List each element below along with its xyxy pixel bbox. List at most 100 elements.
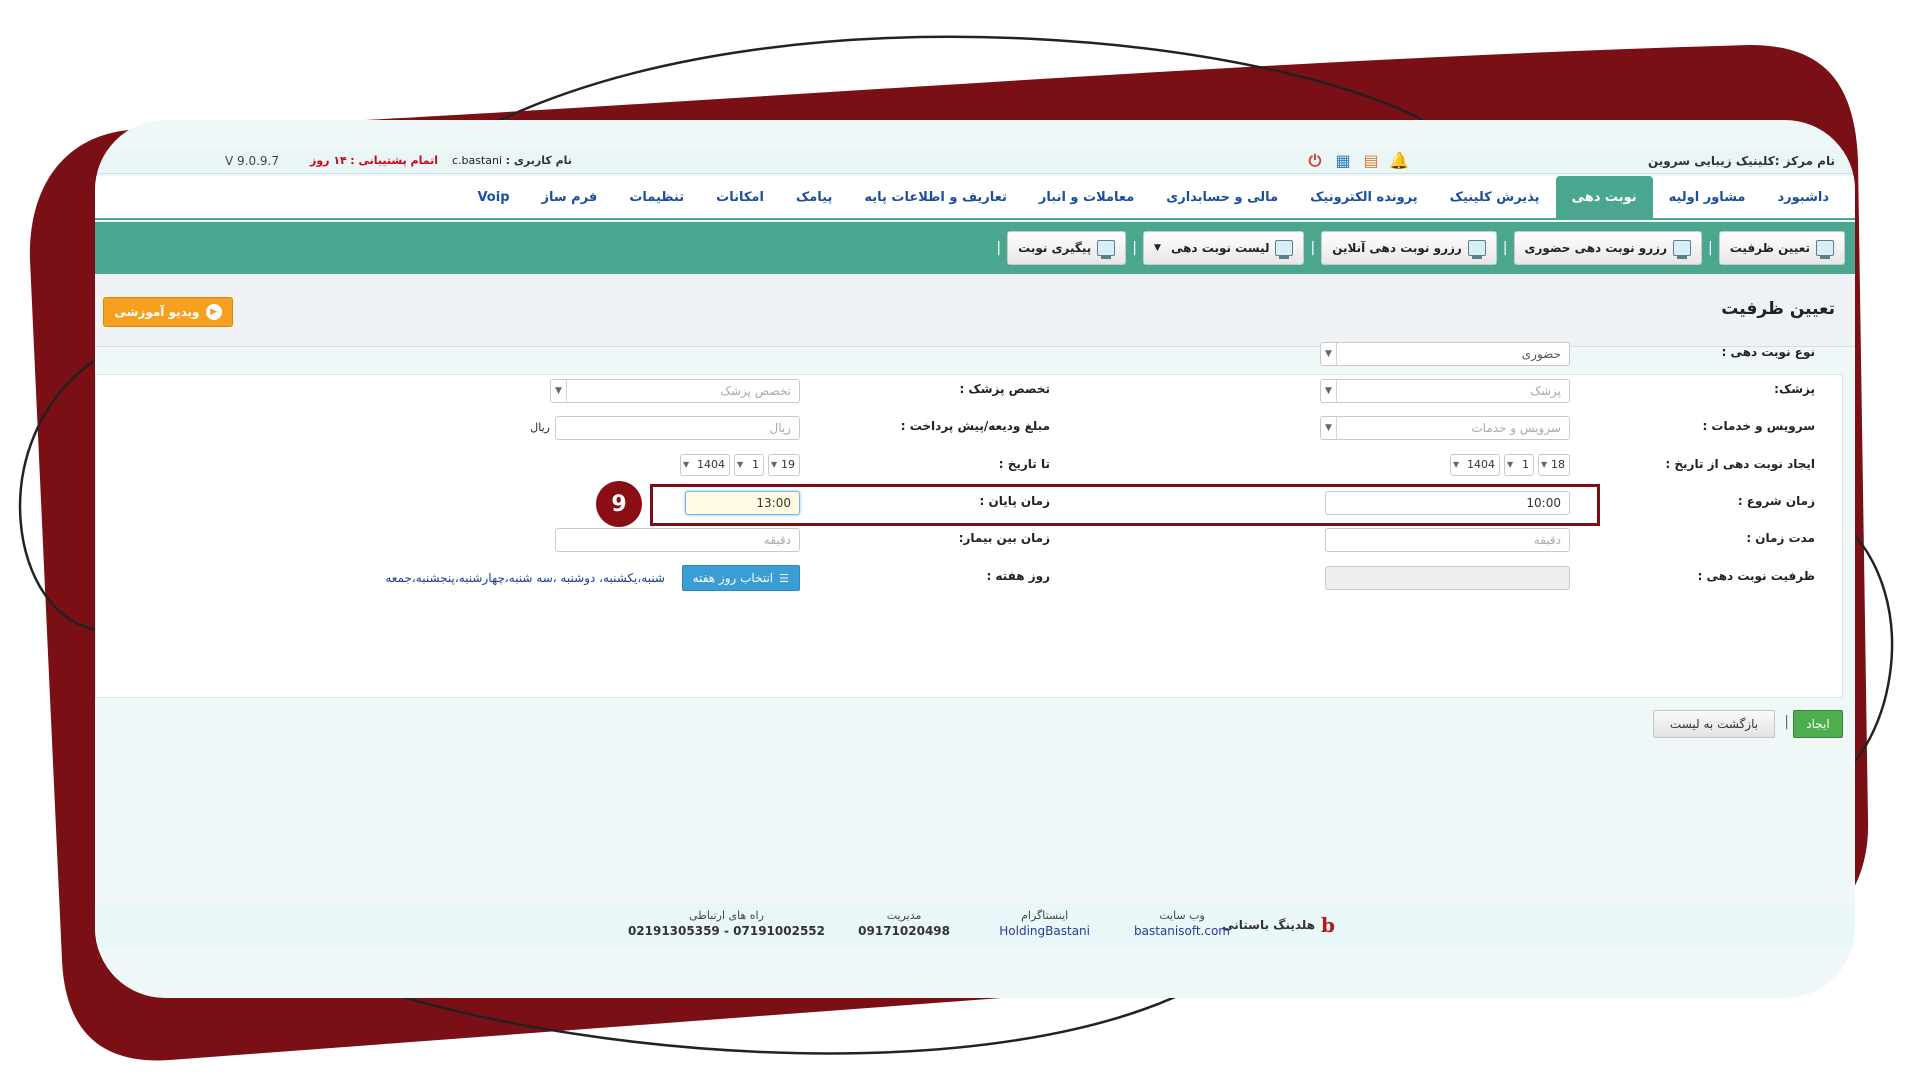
to-day-select[interactable]: 19 ▼ (768, 454, 800, 476)
search-doc-icon (1097, 240, 1116, 259)
management-phone: 09171020498 (858, 924, 950, 938)
chevron-down-icon: ▼ (1321, 343, 1337, 365)
nav-tab-sms[interactable]: پیامک (780, 176, 848, 218)
appointment-type-value: حضوری (1521, 347, 1561, 361)
deposit-label: مبلغ ودیعه/پیش پرداخت : (900, 419, 1050, 433)
chevron-down-icon: ▼ (1321, 380, 1337, 402)
gap-input[interactable]: دقیقه (555, 528, 800, 552)
nav-tab-inventory[interactable]: معاملات و انبار (1023, 176, 1150, 218)
nav-tab-dashboard[interactable]: داشبورد (1761, 176, 1845, 218)
page-title: تعیین ظرفیت (1721, 299, 1835, 319)
topbar-icons: ⏻ ▦ ▤ 🔔 (1305, 151, 1409, 171)
duration-input[interactable]: دقیقه (1325, 528, 1570, 552)
doctor-select[interactable]: پزشک ▼ (1320, 379, 1570, 403)
services-label: سرویس و خدمات : (1702, 419, 1815, 433)
footer-contact: راه های ارتباطی 07191002552 - 0219130535… (628, 909, 825, 938)
user-value: c.bastani (452, 154, 503, 167)
nav-tab-definitions[interactable]: تعاریف و اطلاعات پایه (848, 176, 1023, 218)
nav-tab-settings[interactable]: تنظیمات (613, 176, 700, 218)
weekday-label: روز هفته : (986, 569, 1050, 583)
bell-icon[interactable]: 🔔 (1389, 151, 1409, 171)
selected-weekdays: شنبه،یکشنبه، دوشنبه ،سه شنبه،چهارشنبه،پن… (385, 571, 665, 585)
chevron-down-icon: ▼ (1541, 460, 1548, 469)
contact-phones: 07191002552 - 02191305359 (627, 924, 825, 938)
nav-tab-finance[interactable]: مالی و حسابداری (1150, 176, 1294, 218)
chevron-down-icon: ▼ (1321, 417, 1337, 439)
nav-tab-reception[interactable]: پذیرش کلینیک (1434, 176, 1556, 218)
back-to-list-button[interactable]: بازگشت به لیست (1653, 710, 1775, 738)
action-toolbar: تعیین ظرفیت | رزرو نوبت دهی حضوری | رزرو… (95, 222, 1855, 274)
services-placeholder: سرویس و خدمات (1471, 421, 1561, 435)
calendar-icon[interactable]: ▦ (1333, 151, 1353, 171)
play-icon: ▶ (205, 304, 222, 320)
from-day-select[interactable]: 18 ▼ (1538, 454, 1570, 476)
duration-placeholder: دقیقه (1533, 533, 1561, 547)
doctor-label: پزشک: (1774, 382, 1815, 396)
brand: b هلدینگ باستانی (1222, 913, 1335, 937)
from-year-value: 1404 (1467, 458, 1495, 471)
tutorial-video-button[interactable]: ▶ ویدیو آموزشی (103, 297, 233, 327)
in-person-booking-button[interactable]: رزرو نوبت دهی حضوری (1513, 231, 1702, 265)
instagram-head: اینستاگرام (1021, 909, 1069, 922)
brand-name: هلدینگ باستانی (1222, 918, 1316, 932)
to-year-value: 1404 (697, 458, 725, 471)
create-button[interactable]: ایجاد (1793, 710, 1843, 738)
from-date-label: ایجاد نوبت دهی از تاریخ : (1665, 457, 1815, 471)
version-label: V 9.0.9.7 (225, 154, 280, 168)
chevron-down-icon: ▼ (737, 460, 744, 469)
nav-tab-consultant[interactable]: مشاور اولیه (1653, 176, 1762, 218)
from-year-select[interactable]: 1404 ▼ (1450, 454, 1500, 476)
capacity-button[interactable]: تعیین ظرفیت (1718, 231, 1845, 265)
capacity-label: ظرفیت نوبت دهی : (1697, 569, 1815, 583)
specialty-placeholder: تخصص پزشک (720, 384, 791, 398)
chevron-down-icon: ▼ (551, 380, 567, 402)
specialty-select[interactable]: تخصص پزشک ▼ (550, 379, 800, 403)
services-select[interactable]: سرویس و خدمات ▼ (1320, 416, 1570, 440)
capacity-button-label: تعیین ظرفیت (1729, 241, 1810, 255)
appointment-type-select[interactable]: حضوری ▼ (1320, 342, 1570, 366)
footer-management: مدیریت 09171020498 (858, 909, 950, 938)
select-weekday-button[interactable]: ☰ انتخاب روز هفته (681, 565, 800, 591)
website-link[interactable]: bastanisoft.com (1134, 924, 1230, 938)
nav-tab-appointments[interactable]: نوبت دهی (1555, 176, 1653, 218)
start-time-label: زمان شروع : (1737, 494, 1815, 508)
contact-head: راه های ارتباطی (689, 909, 764, 922)
start-time-value: 10:00 (1526, 496, 1561, 510)
appointment-list-button[interactable]: لیست نوبت دهی ▼ (1143, 231, 1305, 265)
toolbar-separator: | (1310, 240, 1316, 256)
end-time-value: 13:00 (756, 496, 791, 510)
page-header: تعیین ظرفیت ▶ ویدیو آموزشی (95, 275, 1855, 347)
deposit-unit: ریال (530, 421, 550, 434)
instagram-link[interactable]: HoldingBastani (999, 924, 1090, 938)
doctor-placeholder: پزشک (1530, 384, 1561, 398)
to-month-select[interactable]: 1 ▼ (734, 454, 764, 476)
management-head: مدیریت (886, 909, 922, 922)
select-weekday-label: انتخاب روز هفته (692, 571, 774, 585)
track-appointment-button[interactable]: پیگیری نوبت (1007, 231, 1127, 265)
footer-instagram: اینستاگرام HoldingBastani (999, 909, 1090, 938)
nav-tab-form-builder[interactable]: فرم ساز (526, 176, 614, 218)
end-time-label: زمان پایان : (979, 494, 1050, 508)
power-icon[interactable]: ⏻ (1305, 151, 1325, 171)
to-year-select[interactable]: 1404 ▼ (680, 454, 730, 476)
online-booking-button[interactable]: رزرو نوبت دهی آنلاین (1321, 231, 1497, 265)
top-info-bar: نام مرکز :کلینیک زیبایی سروین ⏻ ▦ ▤ 🔔 نا… (95, 150, 1855, 174)
toolbar-separator: | (1502, 240, 1508, 256)
start-time-input[interactable]: 10:00 (1325, 491, 1570, 515)
nav-tab-records[interactable]: پرونده الکترونیک (1294, 176, 1434, 218)
deposit-placeholder: ریال (769, 421, 791, 435)
chevron-down-icon: ▼ (1507, 460, 1514, 469)
grid-icon[interactable]: ▤ (1361, 151, 1381, 171)
main-nav: داشبورد مشاور اولیه نوبت دهی پذیرش کلینی… (95, 176, 1855, 220)
deposit-input[interactable]: ریال (555, 416, 800, 440)
nav-tab-voip[interactable]: Voip (461, 176, 525, 218)
user-label: نام کاربری : (505, 154, 572, 167)
monitor-icon (1816, 240, 1834, 259)
nav-tab-features[interactable]: امکانات (700, 176, 780, 218)
brand-logo: b (1321, 913, 1335, 937)
toolbar-separator: | (1132, 240, 1138, 256)
end-time-input[interactable]: 13:00 (685, 491, 800, 515)
from-month-select[interactable]: 1 ▼ (1504, 454, 1534, 476)
toolbar-separator: | (996, 240, 1002, 256)
tutorial-video-label: ویدیو آموزشی (114, 305, 200, 319)
